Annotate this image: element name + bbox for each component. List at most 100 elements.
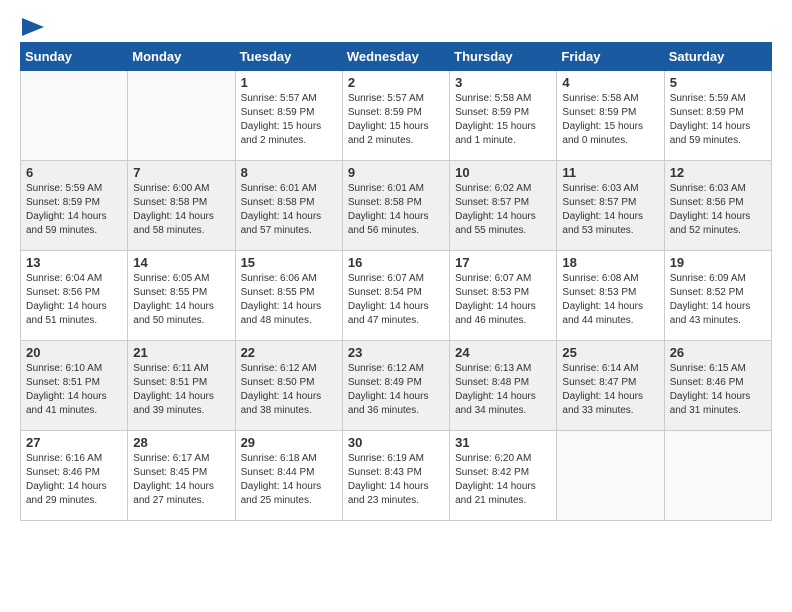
calendar-day-cell: 7 Sunrise: 6:00 AM Sunset: 8:58 PM Daylig… <box>128 161 235 251</box>
calendar-week-row: 27 Sunrise: 6:16 AM Sunset: 8:46 PM Dayli… <box>21 431 772 521</box>
calendar-day-header: Thursday <box>450 43 557 71</box>
calendar-day-header: Monday <box>128 43 235 71</box>
calendar-day-cell: 14 Sunrise: 6:05 AM Sunset: 8:55 PM Dayli… <box>128 251 235 341</box>
calendar-day-cell: 8 Sunrise: 6:01 AM Sunset: 8:58 PM Daylig… <box>235 161 342 251</box>
day-info: Sunrise: 6:20 AM Sunset: 8:42 PM Dayligh… <box>455 452 551 508</box>
day-number: 17 <box>455 255 551 270</box>
calendar-day-cell: 27 Sunrise: 6:16 AM Sunset: 8:46 PM Dayli… <box>21 431 128 521</box>
calendar-day-cell: 13Sunrise: 6:04 AM Sunset: 8:56 PM Dayli… <box>21 251 128 341</box>
calendar-day-header: Wednesday <box>342 43 449 71</box>
calendar-day-cell: 26 Sunrise: 6:15 AM Sunset: 8:46 PM Dayli… <box>664 341 771 431</box>
day-info: Sunrise: 6:02 AM Sunset: 8:57 PM Dayligh… <box>455 182 551 238</box>
day-number: 31 <box>455 435 551 450</box>
day-info: Sunrise: 5:58 AM Sunset: 8:59 PM Dayligh… <box>562 92 658 148</box>
calendar-day-cell: 29 Sunrise: 6:18 AM Sunset: 8:44 PM Dayli… <box>235 431 342 521</box>
day-info: Sunrise: 5:59 AM Sunset: 8:59 PM Dayligh… <box>26 182 122 238</box>
day-number: 20 <box>26 345 122 360</box>
day-info: Sunrise: 6:00 AM Sunset: 8:58 PM Dayligh… <box>133 182 229 238</box>
day-number: 16 <box>348 255 444 270</box>
calendar-day-cell: 19 Sunrise: 6:09 AM Sunset: 8:52 PM Dayli… <box>664 251 771 341</box>
day-info: Sunrise: 6:12 AM Sunset: 8:49 PM Dayligh… <box>348 362 444 418</box>
day-info: Sunrise: 6:08 AM Sunset: 8:53 PM Dayligh… <box>562 272 658 328</box>
day-number: 4 <box>562 75 658 90</box>
calendar-day-cell: 25 Sunrise: 6:14 AM Sunset: 8:47 PM Dayli… <box>557 341 664 431</box>
day-info: Sunrise: 6:04 AM Sunset: 8:56 PM Dayligh… <box>26 272 122 328</box>
day-info: Sunrise: 6:07 AM Sunset: 8:53 PM Dayligh… <box>455 272 551 328</box>
day-number: 11 <box>562 165 658 180</box>
day-number: 29 <box>241 435 337 450</box>
calendar-day-cell: 24 Sunrise: 6:13 AM Sunset: 8:48 PM Dayli… <box>450 341 557 431</box>
day-number: 22 <box>241 345 337 360</box>
day-number: 19 <box>670 255 766 270</box>
calendar-day-cell: 1Sunrise: 5:57 AM Sunset: 8:59 PM Daylig… <box>235 71 342 161</box>
day-number: 6 <box>26 165 122 180</box>
day-info: Sunrise: 6:09 AM Sunset: 8:52 PM Dayligh… <box>670 272 766 328</box>
day-info: Sunrise: 6:07 AM Sunset: 8:54 PM Dayligh… <box>348 272 444 328</box>
day-number: 8 <box>241 165 337 180</box>
calendar-header-row: SundayMondayTuesdayWednesdayThursdayFrid… <box>21 43 772 71</box>
day-number: 2 <box>348 75 444 90</box>
day-number: 30 <box>348 435 444 450</box>
day-number: 26 <box>670 345 766 360</box>
day-number: 27 <box>26 435 122 450</box>
calendar-day-cell: 15 Sunrise: 6:06 AM Sunset: 8:55 PM Dayli… <box>235 251 342 341</box>
day-info: Sunrise: 6:12 AM Sunset: 8:50 PM Dayligh… <box>241 362 337 418</box>
calendar-day-cell: 23 Sunrise: 6:12 AM Sunset: 8:49 PM Dayli… <box>342 341 449 431</box>
calendar-week-row: 1 Sunrise: 5:57 AM Sunset: 8:59 PM Daylig… <box>21 71 772 161</box>
day-number: 24 <box>455 345 551 360</box>
day-number: 10 <box>455 165 551 180</box>
day-info: Sunrise: 6:14 AM Sunset: 8:47 PM Dayligh… <box>562 362 658 418</box>
calendar-day-cell <box>664 431 771 521</box>
day-info: Sunrise: 6:13 AM Sunset: 8:48 PM Dayligh… <box>455 362 551 418</box>
day-number: 14 <box>133 255 229 270</box>
day-number: 28 <box>133 435 229 450</box>
calendar-day-cell: 6 Sunrise: 5:59 AM Sunset: 8:59 PM Daylig… <box>21 161 128 251</box>
day-number: 25 <box>562 345 658 360</box>
calendar-day-cell: 21 Sunrise: 6:11 AM Sunset: 8:51 PM Dayli… <box>128 341 235 431</box>
day-info: Sunrise: 6:10 AM Sunset: 8:51 PM Dayligh… <box>26 362 122 418</box>
logo <box>20 20 44 32</box>
calendar-day-cell: 30 Sunrise: 6:19 AM Sunset: 8:43 PM Dayli… <box>342 431 449 521</box>
day-info: Sunrise: 6:03 AM Sunset: 8:57 PM Dayligh… <box>562 182 658 238</box>
calendar-week-row: 13Sunrise: 6:04 AM Sunset: 8:56 PM Dayli… <box>21 251 772 341</box>
calendar-day-cell: 5 Sunrise: 5:59 AM Sunset: 8:59 PM Daylig… <box>664 71 771 161</box>
calendar-day-cell <box>128 71 235 161</box>
day-number: 21 <box>133 345 229 360</box>
day-number: 7 <box>133 165 229 180</box>
day-info: Sunrise: 6:15 AM Sunset: 8:46 PM Dayligh… <box>670 362 766 418</box>
day-number: 9 <box>348 165 444 180</box>
day-info: Sunrise: 6:05 AM Sunset: 8:55 PM Dayligh… <box>133 272 229 328</box>
logo-arrow-icon <box>22 18 44 36</box>
calendar-day-cell: 4 Sunrise: 5:58 AM Sunset: 8:59 PM Daylig… <box>557 71 664 161</box>
calendar-week-row: 20 Sunrise: 6:10 AM Sunset: 8:51 PM Dayli… <box>21 341 772 431</box>
day-info: Sunrise: 6:11 AM Sunset: 8:51 PM Dayligh… <box>133 362 229 418</box>
day-info: Sunrise: 6:19 AM Sunset: 8:43 PM Dayligh… <box>348 452 444 508</box>
calendar-week-row: 6 Sunrise: 5:59 AM Sunset: 8:59 PM Daylig… <box>21 161 772 251</box>
day-number: 15 <box>241 255 337 270</box>
calendar-day-header: Sunday <box>21 43 128 71</box>
calendar-day-header: Saturday <box>664 43 771 71</box>
calendar-day-cell: 12 Sunrise: 6:03 AM Sunset: 8:56 PM Dayli… <box>664 161 771 251</box>
calendar-day-cell: 28 Sunrise: 6:17 AM Sunset: 8:45 PM Dayli… <box>128 431 235 521</box>
calendar-day-cell: 22 Sunrise: 6:12 AM Sunset: 8:50 PM Dayli… <box>235 341 342 431</box>
day-info: Sunrise: 6:01 AM Sunset: 8:58 PM Dayligh… <box>348 182 444 238</box>
day-info: Sunrise: 6:01 AM Sunset: 8:58 PM Dayligh… <box>241 182 337 238</box>
calendar-day-cell: 9 Sunrise: 6:01 AM Sunset: 8:58 PM Daylig… <box>342 161 449 251</box>
day-number: 23 <box>348 345 444 360</box>
day-info: Sunrise: 6:18 AM Sunset: 8:44 PM Dayligh… <box>241 452 337 508</box>
calendar-day-cell: 20 Sunrise: 6:10 AM Sunset: 8:51 PM Dayli… <box>21 341 128 431</box>
day-info: Sunrise: 5:59 AM Sunset: 8:59 PM Dayligh… <box>670 92 766 148</box>
day-info: Sunrise: 6:06 AM Sunset: 8:55 PM Dayligh… <box>241 272 337 328</box>
day-info: Sunrise: 5:57 AM Sunset: 8:59 PM Dayligh… <box>348 92 444 148</box>
day-number: 5 <box>670 75 766 90</box>
day-info: Sunrise: 6:16 AM Sunset: 8:46 PM Dayligh… <box>26 452 122 508</box>
day-info: Sunrise: 6:03 AM Sunset: 8:56 PM Dayligh… <box>670 182 766 238</box>
day-number: 1 <box>241 75 337 90</box>
calendar-day-cell: 3Sunrise: 5:58 AM Sunset: 8:59 PM Daylig… <box>450 71 557 161</box>
day-number: 12 <box>670 165 766 180</box>
day-info: Sunrise: 6:17 AM Sunset: 8:45 PM Dayligh… <box>133 452 229 508</box>
day-number: 3 <box>455 75 551 90</box>
calendar-day-header: Tuesday <box>235 43 342 71</box>
calendar-day-cell: 18Sunrise: 6:08 AM Sunset: 8:53 PM Dayli… <box>557 251 664 341</box>
calendar-day-cell: 17 Sunrise: 6:07 AM Sunset: 8:53 PM Dayli… <box>450 251 557 341</box>
